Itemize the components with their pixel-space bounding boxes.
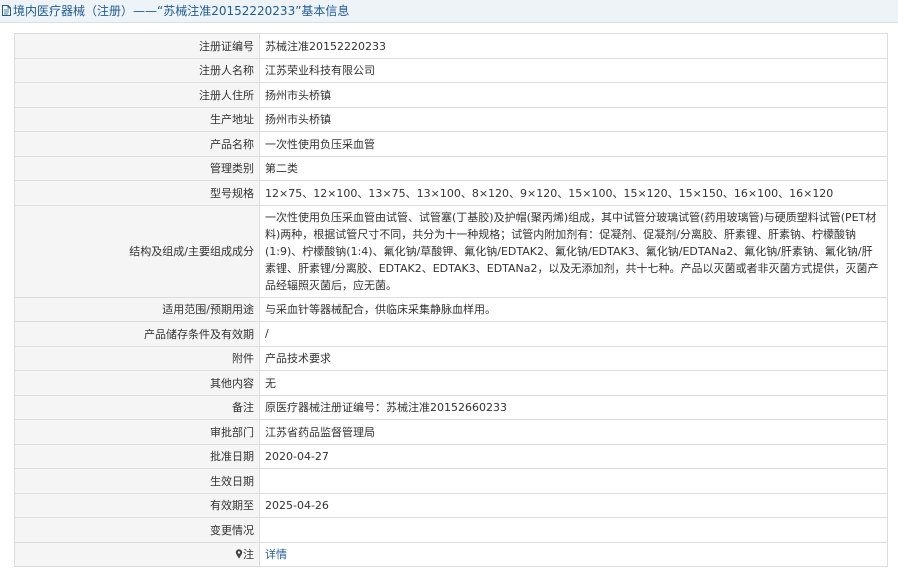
management-class-label: 管理类别 <box>14 155 260 181</box>
registrant-address-label: 注册人住所 <box>14 82 260 108</box>
change-status-value <box>259 517 888 543</box>
intended-use-label: 适用范围/预期用途 <box>14 296 260 322</box>
effective-date-value <box>259 468 888 494</box>
approval-date-value: 2020-04-27 <box>259 443 888 469</box>
info-row-management-class: 管理类别 第二类 <box>14 155 888 181</box>
info-row-change-status: 变更情况 <box>14 517 888 543</box>
info-row-storage-conditions: 产品储存条件及有效期 / <box>14 321 888 347</box>
registrant-name-label: 注册人名称 <box>14 57 260 83</box>
document-icon <box>2 5 11 16</box>
model-spec-value: 12×75、12×100、13×75、13×100、8×120、9×120、15… <box>259 180 888 206</box>
info-row-remarks: 备注 原医疗器械注册证编号：苏械注准20152660233 <box>14 394 888 420</box>
change-status-label: 变更情况 <box>14 517 260 543</box>
effective-date-label: 生效日期 <box>14 468 260 494</box>
registrant-name-value: 江苏荣业科技有限公司 <box>259 57 888 83</box>
info-row-registrant-name: 注册人名称 江苏荣业科技有限公司 <box>14 57 888 83</box>
approval-department-value: 江苏省药品监督管理局 <box>259 419 888 445</box>
model-spec-label: 型号规格 <box>14 180 260 206</box>
attachment-value: 产品技术要求 <box>259 345 888 371</box>
remarks-label: 备注 <box>14 394 260 420</box>
info-table-body: 注册证编号 苏械注准20152220233 注册人名称 江苏荣业科技有限公司 注册人住所… <box>14 33 888 567</box>
storage-conditions-value: / <box>259 321 888 347</box>
info-row-effective-date: 生效日期 <box>14 468 888 494</box>
management-class-value: 第二类 <box>259 155 888 181</box>
info-row-note: 注详情 <box>14 541 888 567</box>
note-value-cell: 详情 <box>259 541 888 567</box>
registrant-address-value: 扬州市头桥镇 <box>259 82 888 108</box>
remarks-value: 原医疗器械注册证编号：苏械注准20152660233 <box>259 394 888 420</box>
info-row-production-address: 生产地址 扬州市头桥镇 <box>14 106 888 132</box>
registration-number-label: 注册证编号 <box>14 33 260 59</box>
expiry-date-value: 2025-04-26 <box>259 492 888 518</box>
info-row-expiry-date: 有效期至 2025-04-26 <box>14 492 888 518</box>
registration-number-value: 苏械注准20152220233 <box>259 33 888 59</box>
info-row-structure-composition: 结构及组成/主要组成成分 一次性使用负压采血管由试管、试管塞(丁基胶)及护帽(聚丙… <box>14 204 888 298</box>
page-title-bar: 境内医疗器械（注册）——“苏械注准20152220233”基本信息 <box>0 0 898 23</box>
info-row-model-spec: 型号规格 12×75、12×100、13×75、13×100、8×120、9×12… <box>14 180 888 206</box>
approval-date-label: 批准日期 <box>14 443 260 469</box>
info-row-intended-use: 适用范围/预期用途 与采血针等器械配合，供临床采集静脉血样用。 <box>14 296 888 322</box>
info-row-product-name: 产品名称 一次性使用负压采血管 <box>14 131 888 157</box>
info-row-registration-number: 注册证编号 苏械注准20152220233 <box>14 33 888 59</box>
info-row-registrant-address: 注册人住所 扬州市头桥镇 <box>14 82 888 108</box>
production-address-value: 扬州市头桥镇 <box>259 106 888 132</box>
info-row-attachment: 附件 产品技术要求 <box>14 345 888 371</box>
expiry-date-label: 有效期至 <box>14 492 260 518</box>
intended-use-value: 与采血针等器械配合，供临床采集静脉血样用。 <box>259 296 888 322</box>
attachment-label: 附件 <box>14 345 260 371</box>
page-title: 境内医疗器械（注册）——“苏械注准20152220233”基本信息 <box>13 4 350 18</box>
production-address-label: 生产地址 <box>14 106 260 132</box>
info-row-approval-date: 批准日期 2020-04-27 <box>14 443 888 469</box>
other-content-label: 其他内容 <box>14 370 260 396</box>
details-link[interactable]: 详情 <box>265 548 287 561</box>
structure-composition-label: 结构及组成/主要组成成分 <box>14 204 260 298</box>
note-label: 注 <box>243 548 254 562</box>
note-label-cell: 注 <box>14 541 260 567</box>
info-row-approval-department: 审批部门 江苏省药品监督管理局 <box>14 419 888 445</box>
info-row-other-content: 其他内容无 <box>14 370 888 396</box>
info-table: 注册证编号 苏械注准20152220233 注册人名称 江苏荣业科技有限公司 注册人住所… <box>14 33 888 567</box>
product-name-value: 一次性使用负压采血管 <box>259 131 888 157</box>
structure-composition-value: 一次性使用负压采血管由试管、试管塞(丁基胶)及护帽(聚丙烯)组成，其中试管分玻璃… <box>259 204 888 298</box>
pin-icon <box>235 549 243 560</box>
storage-conditions-label: 产品储存条件及有效期 <box>14 321 260 347</box>
approval-department-label: 审批部门 <box>14 419 260 445</box>
other-content-value: 无 <box>259 370 888 396</box>
product-name-label: 产品名称 <box>14 131 260 157</box>
